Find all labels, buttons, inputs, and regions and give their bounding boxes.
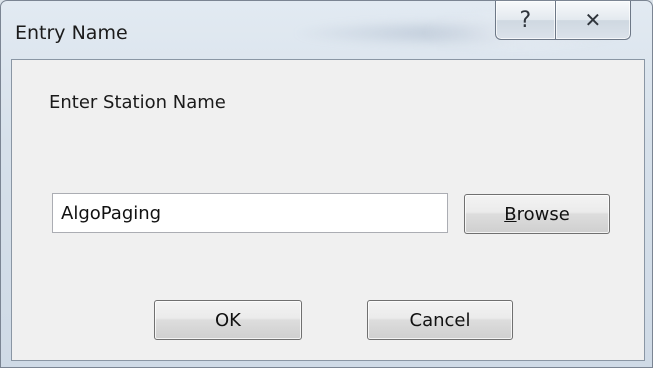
caption-buttons: ? ✕ [495, 1, 631, 43]
browse-button[interactable]: Browse [464, 194, 610, 234]
close-button[interactable]: ✕ [555, 1, 631, 40]
ok-button[interactable]: OK [154, 300, 302, 340]
browse-label-rest: rowse [516, 203, 570, 225]
window-title: Entry Name [15, 22, 128, 44]
help-button[interactable]: ? [495, 1, 556, 40]
prompt-label: Enter Station Name [49, 92, 226, 113]
dialog-body: Enter Station Name Browse OK Cancel [11, 59, 645, 361]
dialog-window: Entry Name ? ✕ Enter Station Name Browse… [0, 0, 653, 368]
station-name-input[interactable] [52, 193, 448, 233]
close-icon: ✕ [584, 8, 602, 32]
browse-accelerator: B [504, 203, 517, 225]
cancel-button[interactable]: Cancel [367, 300, 513, 340]
help-icon: ? [519, 7, 532, 33]
